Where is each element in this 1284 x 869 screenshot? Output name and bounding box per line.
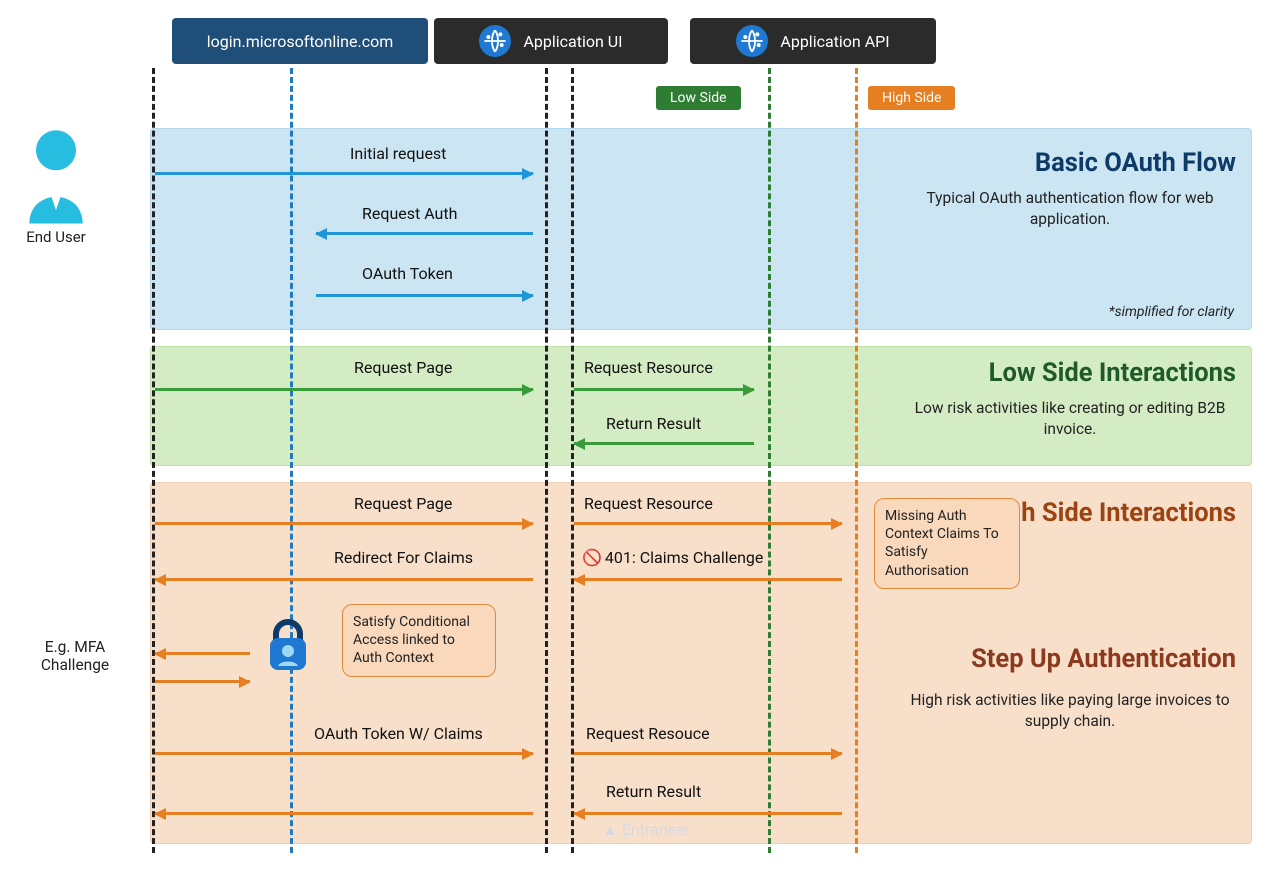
arrow-high-return-result-left [155, 812, 533, 815]
high-side-badge: High Side [868, 86, 955, 110]
arrow-claims-challenge [574, 578, 842, 581]
lifeline-login [290, 68, 293, 853]
app-icon [479, 25, 511, 57]
msg-oauth-token: OAuth Token [362, 264, 453, 283]
lifeline-ui [545, 68, 548, 853]
msg-high-request-resource-2: Request Resouce [586, 724, 710, 743]
lifeline-ui-2 [571, 68, 574, 853]
actor-api-header: Application API [690, 18, 936, 64]
diagram-canvas: login.microsoftonline.com Application UI… [0, 0, 1284, 869]
msg-high-request-resource-1: Request Resource [584, 494, 713, 513]
arrow-high-return-result-right [574, 812, 842, 815]
msg-high-return-result: Return Result [606, 782, 701, 801]
oauth-title: Basic OAuth Flow [1035, 148, 1236, 178]
actor-ui-label: Application UI [523, 32, 622, 51]
oauth-note: *simplified for clarity [1109, 304, 1234, 320]
low-desc: Low risk activities like creating or edi… [910, 398, 1230, 440]
arrow-high-request-resource-1 [574, 522, 842, 525]
app-icon [736, 25, 768, 57]
msg-low-request-page: Request Page [354, 358, 452, 377]
msg-claims-challenge: 🚫401: Claims Challenge [582, 548, 763, 567]
msg-redirect-for-claims: Redirect For Claims [334, 548, 473, 567]
high-title-top: High Side Interactions [982, 498, 1236, 529]
oauth-desc: Typical OAuth authentication flow for we… [920, 188, 1220, 230]
msg-initial-request: Initial request [350, 144, 446, 163]
lifeline-api-high [855, 68, 858, 853]
arrow-mfa-out [155, 652, 250, 655]
end-user-icon: End User [16, 128, 96, 246]
callout-conditional-access: Satisfy Conditional Access linked to Aut… [342, 604, 496, 677]
arrow-oauth-token [316, 294, 533, 297]
msg-low-request-resource: Request Resource [584, 358, 713, 377]
msg-request-auth: Request Auth [362, 204, 457, 223]
arrow-low-return-result [574, 442, 754, 445]
arrow-initial-request [155, 172, 533, 175]
low-side-badge: Low Side [656, 86, 741, 110]
conditional-access-lock-icon [264, 618, 312, 674]
actor-ui-header: Application UI [434, 18, 668, 64]
arrow-oauth-token-claims [155, 752, 533, 755]
high-title-mid: Step Up Authentication [971, 644, 1236, 674]
msg-oauth-token-claims: OAuth Token W/ Claims [314, 724, 483, 743]
lifeline-user [152, 68, 155, 853]
low-title: Low Side Interactions [989, 358, 1236, 388]
arrow-high-request-page [155, 522, 533, 525]
high-desc: High risk activities like paying large i… [910, 690, 1230, 732]
msg-low-return-result: Return Result [606, 414, 701, 433]
arrow-low-request-resource [574, 388, 754, 391]
callout-missing-claims: Missing Auth Context Claims To Satisfy A… [874, 498, 1020, 589]
arrow-mfa-in [155, 680, 250, 683]
arrow-low-request-page [155, 388, 533, 391]
watermark: ▲ Entraneer [602, 820, 690, 840]
mfa-label: E.g. MFA Challenge [30, 638, 120, 674]
arrow-request-auth [316, 232, 533, 235]
arrow-redirect-for-claims [155, 578, 533, 581]
end-user-label: End User [16, 228, 96, 246]
arrow-high-request-resource-2 [574, 752, 842, 755]
actor-login-header: login.microsoftonline.com [172, 18, 428, 64]
actor-login-label: login.microsoftonline.com [207, 32, 393, 51]
actor-api-label: Application API [780, 32, 889, 51]
prohibited-icon: 🚫 [582, 548, 602, 567]
msg-high-request-page: Request Page [354, 494, 452, 513]
lifeline-api-low [768, 68, 771, 853]
